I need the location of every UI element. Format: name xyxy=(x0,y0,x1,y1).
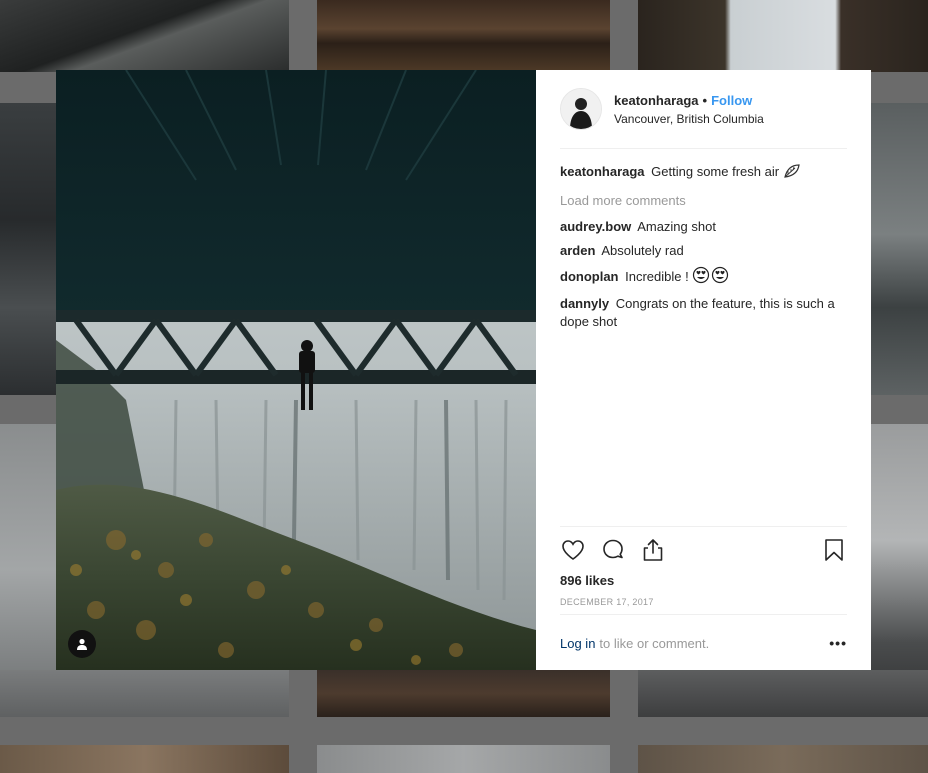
background-photo-tile[interactable] xyxy=(317,0,610,72)
background-photo-tile[interactable] xyxy=(638,745,928,773)
location-link[interactable]: Vancouver, British Columbia xyxy=(614,111,764,127)
post-photo[interactable] xyxy=(56,70,536,670)
separator-dot: • xyxy=(702,92,708,108)
post-photo-image xyxy=(56,70,536,670)
comment-item: audrey.bow Amazing shot xyxy=(560,218,847,236)
post-header-line: keatonharaga • Follow xyxy=(614,92,764,110)
comment-username[interactable]: audrey.bow xyxy=(560,219,631,234)
background-photo-tile[interactable] xyxy=(0,670,289,717)
comment-username[interactable]: dannyly xyxy=(560,296,609,311)
post-header-text: keatonharaga • Follow Vancouver, British C… xyxy=(614,92,764,127)
heart-icon[interactable] xyxy=(560,537,586,563)
login-prompt: Log in to like or comment. ••• xyxy=(560,614,847,671)
post-actions: 896 likes DECEMBER 17, 2017 xyxy=(560,526,847,607)
heart-eyes-emoji-icon xyxy=(692,266,730,289)
background-photo-tile[interactable] xyxy=(0,0,289,72)
leaf-icon xyxy=(783,163,801,184)
comment-username[interactable]: donoplan xyxy=(560,269,619,284)
comment-username[interactable]: arden xyxy=(560,243,595,258)
background-photo-tile[interactable] xyxy=(638,0,928,72)
user-icon xyxy=(77,638,87,650)
caption: keatonharaga Getting some fresh air xyxy=(560,163,847,184)
caption-username[interactable]: keatonharaga xyxy=(560,164,645,179)
comments-section: keatonharaga Getting some fresh air Load… xyxy=(560,149,847,331)
follow-button[interactable]: Follow xyxy=(711,93,752,108)
background-photo-tile[interactable] xyxy=(871,103,928,395)
post-date[interactable]: DECEMBER 17, 2017 xyxy=(560,597,847,607)
username-link[interactable]: keatonharaga xyxy=(614,93,699,108)
bookmark-icon[interactable] xyxy=(821,537,847,563)
post-details-panel: keatonharaga • Follow Vancouver, British C… xyxy=(536,70,871,670)
more-options-button[interactable]: ••• xyxy=(829,635,847,651)
action-icons-row xyxy=(560,537,847,563)
comment-icon[interactable] xyxy=(600,537,626,563)
background-photo-tile[interactable] xyxy=(317,745,610,773)
caption-text: Getting some fresh air xyxy=(651,164,780,179)
comment-text: Incredible ! xyxy=(625,269,689,284)
login-prompt-text: to like or comment. xyxy=(599,635,710,651)
comment-item: arden Absolutely rad xyxy=(560,242,847,260)
background-photo-tile[interactable] xyxy=(317,670,610,717)
avatar[interactable] xyxy=(560,88,602,130)
background-photo-tile[interactable] xyxy=(0,745,289,773)
post-modal: keatonharaga • Follow Vancouver, British C… xyxy=(56,70,871,670)
post-header: keatonharaga • Follow Vancouver, British C… xyxy=(560,70,847,149)
load-more-comments-button[interactable]: Load more comments xyxy=(560,192,847,210)
login-link[interactable]: Log in xyxy=(560,636,595,651)
comment-item: donoplan Incredible ! xyxy=(560,266,847,289)
background-photo-tile[interactable] xyxy=(638,670,928,717)
comment-text: Amazing shot xyxy=(637,219,716,234)
likes-count[interactable]: 896 likes xyxy=(560,573,847,588)
user-tag-icon[interactable] xyxy=(68,630,96,658)
comment-text: Absolutely rad xyxy=(601,243,684,258)
comment-item: dannyly Congrats on the feature, this is… xyxy=(560,295,847,331)
share-icon[interactable] xyxy=(640,537,666,563)
avatar-image xyxy=(561,89,601,129)
background-photo-tile[interactable] xyxy=(0,103,56,395)
